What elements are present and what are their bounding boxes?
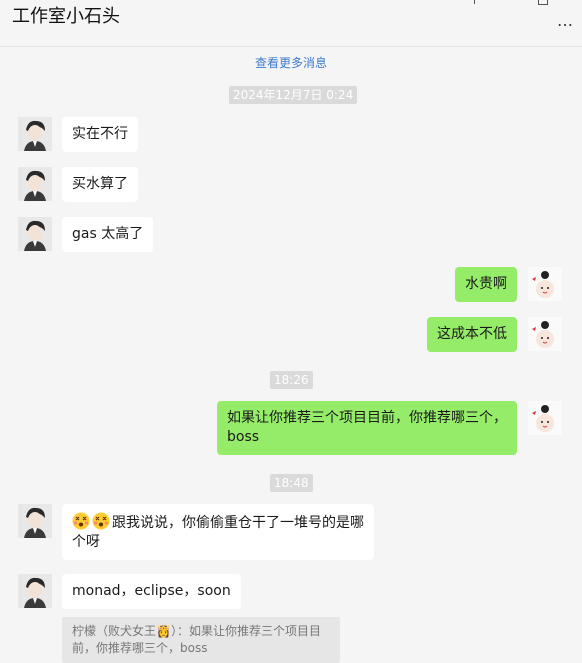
avatar[interactable]	[18, 504, 52, 538]
person-avatar-icon	[18, 167, 52, 201]
message-text: 如果让你推荐三个项目目前，你推荐哪三个，boss	[227, 410, 507, 445]
quoted-reply[interactable]: 柠檬（败犬女王👸）：如果让你推荐三个项目目前，你推荐哪三个，boss	[62, 617, 340, 663]
load-more-messages-link[interactable]: 查看更多消息	[0, 54, 582, 71]
person-avatar-icon	[18, 504, 52, 538]
message-text: 买水算了	[72, 176, 128, 192]
message-bubble-self[interactable]: 如果让你推荐三个项目目前，你推荐哪三个，boss	[217, 401, 517, 455]
message-text: 实在不行	[72, 126, 128, 142]
baby-avatar-icon	[528, 267, 562, 301]
avatar[interactable]	[18, 574, 52, 608]
chat-header: 工作室小石头 …	[0, 0, 582, 47]
message-text: gas 太高了	[72, 226, 144, 242]
avatar-self[interactable]	[528, 267, 562, 301]
maximize-icon[interactable]	[538, 0, 548, 5]
message-text: 水贵啊	[465, 276, 507, 292]
dizzy-face-icon	[92, 512, 110, 530]
message-bubble[interactable]: monad，eclipse，soon	[62, 574, 241, 609]
message-bubble[interactable]: 跟我说说，你偷偷重仓干了一堆号的是哪个呀	[62, 504, 374, 560]
message-bubble[interactable]: 买水算了	[62, 167, 138, 202]
baby-avatar-icon	[528, 401, 562, 435]
message-text: 这成本不低	[437, 326, 507, 342]
message-text: 跟我说说，你偷偷重仓干了一堆号的是哪个呀	[72, 515, 364, 550]
chat-title: 工作室小石头	[12, 6, 120, 27]
avatar-self[interactable]	[528, 317, 562, 351]
quoted-text: 柠檬（败犬女王👸）：如果让你推荐三个项目目前，你推荐哪三个，boss	[72, 624, 321, 655]
person-avatar-icon	[18, 117, 52, 151]
timestamp: 18:48	[270, 474, 313, 492]
baby-avatar-icon	[528, 317, 562, 351]
person-avatar-icon	[18, 217, 52, 251]
avatar[interactable]	[18, 167, 52, 201]
person-avatar-icon	[18, 574, 52, 608]
message-bubble-self[interactable]: 这成本不低	[427, 317, 517, 352]
avatar-self[interactable]	[528, 401, 562, 435]
more-options-icon[interactable]: …	[557, 13, 574, 29]
dizzy-face-icon	[72, 512, 90, 530]
avatar[interactable]	[18, 117, 52, 151]
message-bubble-self[interactable]: 水贵啊	[455, 267, 517, 302]
message-bubble[interactable]: gas 太高了	[62, 217, 154, 252]
timestamp: 18:26	[270, 371, 313, 389]
avatar[interactable]	[18, 217, 52, 251]
timestamp: 2024年12月7日 0:24	[229, 86, 358, 104]
message-text: monad，eclipse，soon	[72, 583, 231, 599]
window-control-divider	[474, 0, 475, 4]
message-bubble[interactable]: 实在不行	[62, 117, 138, 152]
